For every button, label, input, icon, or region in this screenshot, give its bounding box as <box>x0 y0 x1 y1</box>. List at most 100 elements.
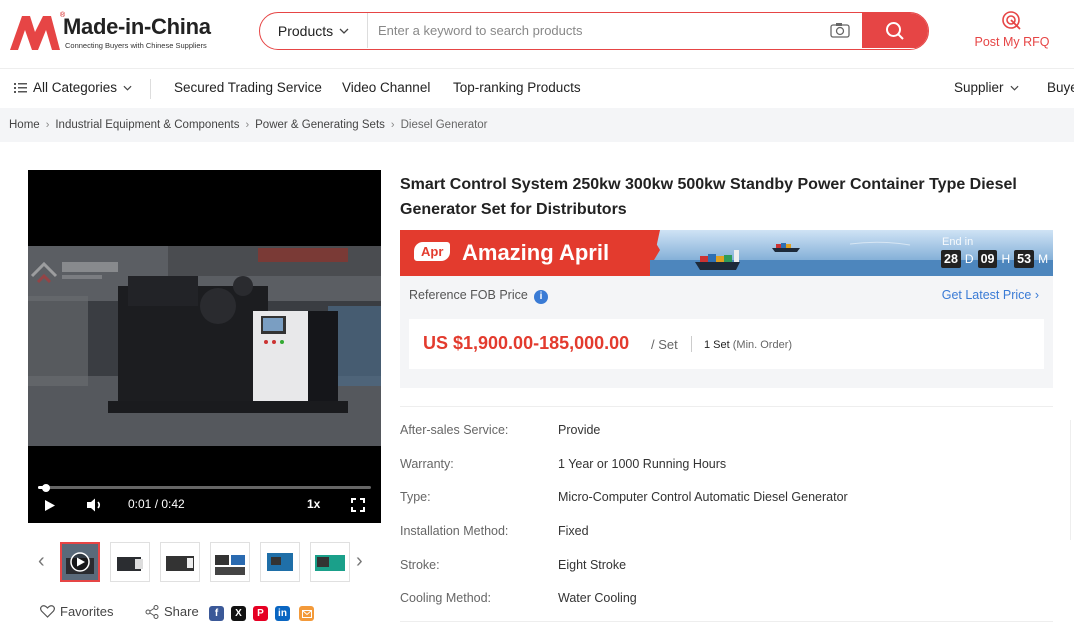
get-latest-price-label: Get Latest Price <box>941 288 1032 302</box>
specs-divider <box>400 621 1053 622</box>
promo-banner[interactable]: Apr Amazing April End in 28 D 09 H 53 M <box>400 230 1053 276</box>
thumbnail-image-6[interactable] <box>310 542 350 582</box>
video-scrubber-handle[interactable] <box>41 484 50 492</box>
linkedin-icon[interactable]: in <box>275 606 290 621</box>
product-title: Smart Control System 250kw 300kw 500kw S… <box>400 176 1017 218</box>
thumbnail-strip: ‹ › <box>30 540 380 584</box>
get-latest-price-link[interactable]: Get Latest Price › <box>942 288 1039 302</box>
product-video-player[interactable]: 0:01 / 0:42 1x <box>28 170 381 523</box>
email-icon[interactable] <box>299 606 314 621</box>
thumbnail-image <box>62 544 98 580</box>
promo-title: Amazing April <box>462 240 610 265</box>
play-icon[interactable] <box>44 499 56 512</box>
camera-icon[interactable] <box>830 22 850 38</box>
chevron-down-icon <box>339 28 349 34</box>
price-unit: / Set <box>651 337 678 352</box>
countdown-minutes: 53 <box>1014 250 1035 268</box>
breadcrumb: Home › Industrial Equipment & Components… <box>0 108 1074 142</box>
x-twitter-icon[interactable]: X <box>231 606 246 621</box>
spec-key: Stroke: <box>400 557 440 572</box>
chevron-left-icon[interactable]: ‹ <box>38 550 45 573</box>
thumbnail-image-2[interactable] <box>110 542 150 582</box>
price-divider <box>691 336 692 352</box>
nav-video-channel[interactable]: Video Channel <box>342 80 430 95</box>
video-controls: 0:01 / 0:42 1x <box>28 480 381 523</box>
chevron-right-icon[interactable]: › <box>356 550 363 573</box>
video-progress-bar[interactable] <box>38 486 371 489</box>
min-order-quantity: 1 Set <box>704 339 730 351</box>
thumbnail-image-4[interactable] <box>210 542 250 582</box>
all-categories-menu[interactable]: All Categories <box>14 80 132 95</box>
breadcrumb-home[interactable]: Home <box>9 119 40 131</box>
chevron-right-icon: › <box>245 119 250 131</box>
search-category-label: Products <box>277 22 334 39</box>
countdown-days: 28 <box>941 250 961 268</box>
brand-logo[interactable]: ® Made-in-China Connecting Buyers with C… <box>10 12 220 54</box>
search-input[interactable] <box>370 13 810 48</box>
heart-icon <box>40 605 55 618</box>
buyer-menu[interactable]: Buye <box>1047 80 1074 95</box>
min-order: 1 Set (Min. Order) <box>704 339 792 351</box>
spec-value: Provide <box>558 423 601 437</box>
post-rfq-link[interactable]: Post My RFQ <box>970 10 1054 54</box>
thumbnail-image <box>111 543 149 581</box>
countdown-hours-unit: H <box>1001 252 1011 266</box>
fullscreen-icon[interactable] <box>351 498 365 512</box>
brand-logo-mark <box>10 16 60 50</box>
rfq-target-icon <box>1002 11 1021 30</box>
search-bar: Products <box>259 12 929 50</box>
spec-key: After-sales Service: <box>400 423 509 437</box>
spec-row: Type: Micro-Computer Control Automatic D… <box>400 474 1053 508</box>
breadcrumb-power[interactable]: Power & Generating Sets <box>255 119 385 131</box>
thumbnail-image <box>311 543 349 581</box>
supplier-menu[interactable]: Supplier <box>954 80 1019 95</box>
nav-secured-trading[interactable]: Secured Trading Service <box>174 80 322 95</box>
spec-value: Eight Stroke <box>558 557 627 572</box>
volume-icon[interactable] <box>86 498 104 512</box>
facebook-icon[interactable]: f <box>209 606 224 621</box>
brand-tagline: Connecting Buyers with Chinese Suppliers <box>65 41 207 50</box>
info-icon[interactable]: i <box>534 290 548 304</box>
list-icon <box>14 82 27 93</box>
price-details: US $1,900.00-185,000.00 / Set 1 Set (Min… <box>409 319 1044 369</box>
spec-key: Installation Method: <box>400 524 509 539</box>
search-button[interactable] <box>862 13 928 48</box>
nav-top-ranking[interactable]: Top-ranking Products <box>453 80 581 95</box>
spec-row: After-sales Service: Provide <box>400 407 1053 441</box>
spec-value: Fixed <box>558 524 589 539</box>
envelope-glyph <box>301 609 312 618</box>
spec-value: Micro-Computer Control Automatic Diesel … <box>558 490 848 505</box>
spec-value: Water Cooling <box>558 591 637 606</box>
search-icon <box>886 21 904 40</box>
brand-name: Made-in-China <box>63 14 211 39</box>
countdown-label: End in <box>942 236 974 248</box>
video-time: 0:01 / 0:42 <box>128 497 185 511</box>
chevron-down-icon <box>123 85 132 91</box>
chevron-right-icon: › <box>45 119 50 131</box>
page-scroll-edge <box>1070 420 1074 540</box>
site-header: ® Made-in-China Connecting Buyers with C… <box>0 0 1074 68</box>
breadcrumb-diesel-generator[interactable]: Diesel Generator <box>401 119 488 131</box>
share-label: Share <box>164 604 199 619</box>
countdown-minutes-unit: M <box>1038 252 1049 266</box>
chevron-down-icon <box>1010 85 1019 91</box>
share-icon <box>145 604 159 619</box>
favorites-button[interactable]: Favorites <box>40 604 113 619</box>
thumbnail-image-5[interactable] <box>260 542 300 582</box>
playback-speed-button[interactable]: 1x <box>307 497 320 511</box>
countdown-timer: 28 D 09 H 53 M <box>941 250 1050 268</box>
spec-row: Stroke: Eight Stroke <box>400 542 1053 576</box>
thumbnail-video[interactable] <box>60 542 100 582</box>
promo-month-tag: Apr <box>414 242 451 261</box>
min-order-note: (Min. Order) <box>732 339 793 351</box>
share-button[interactable]: Share <box>145 604 199 619</box>
pinterest-icon[interactable]: P <box>253 606 268 621</box>
price-panel: Reference FOB Price i Get Latest Price ›… <box>400 276 1053 388</box>
breadcrumb-industrial[interactable]: Industrial Equipment & Components <box>55 119 239 131</box>
spec-row: Warranty: 1 Year or 1000 Running Hours <box>400 441 1053 475</box>
spec-row: Cooling Method: Water Cooling <box>400 575 1053 609</box>
spec-key: Warranty: <box>400 456 454 471</box>
spec-row: Installation Method: Fixed <box>400 508 1053 542</box>
thumbnail-image-3[interactable] <box>160 542 200 582</box>
search-category-select[interactable]: Products <box>260 13 368 48</box>
